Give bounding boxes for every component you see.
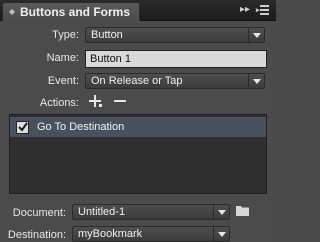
event-dropdown[interactable]: On Release or Tap	[85, 73, 265, 89]
panel-title-bar: ◆ Buttons and Forms ▸▸ ▸	[0, 0, 276, 21]
chevron-down-icon	[213, 227, 229, 241]
type-value: Button	[91, 29, 123, 41]
actions-list[interactable]: Go To Destination	[9, 114, 267, 194]
type-dropdown[interactable]: Button	[85, 27, 265, 43]
action-checkbox[interactable]	[16, 120, 29, 134]
buttons-and-forms-panel: ◆ Buttons and Forms ▸▸ ▸ Type: Button Na…	[0, 0, 276, 242]
action-label: Go To Destination	[37, 121, 125, 133]
add-action-button[interactable]	[87, 93, 103, 112]
chevron-down-icon	[248, 28, 264, 42]
double-chevron-right-icon[interactable]: ▸▸	[240, 4, 250, 15]
type-label: Type:	[52, 29, 79, 41]
chevron-down-icon	[213, 205, 229, 219]
panel-title: Buttons and Forms	[20, 5, 130, 19]
plus-icon	[89, 95, 102, 107]
event-value: On Release or Tap	[91, 75, 183, 87]
destination-value: myBookmark	[78, 228, 143, 240]
event-label: Event:	[47, 75, 79, 87]
destination-dropdown[interactable]: myBookmark	[72, 226, 230, 242]
checkmark-icon	[18, 121, 28, 132]
panel-tab[interactable]: ◆ Buttons and Forms	[2, 2, 140, 21]
chevron-down-icon	[248, 74, 264, 88]
panel-tab-arrows-icon: ◆	[8, 7, 16, 16]
browse-document-button[interactable]	[236, 205, 249, 219]
document-dropdown[interactable]: Untitled-1	[72, 204, 230, 220]
document-label: Document:	[12, 207, 66, 219]
document-value: Untitled-1	[78, 206, 126, 218]
destination-label: Destination:	[7, 229, 66, 241]
name-field[interactable]	[85, 50, 267, 68]
actions-label: Actions:	[39, 97, 79, 109]
remove-action-button[interactable]	[112, 93, 128, 112]
name-label: Name:	[46, 52, 79, 64]
minus-icon	[114, 100, 126, 102]
folder-icon	[236, 206, 249, 216]
action-item[interactable]: Go To Destination	[10, 117, 266, 137]
panel-menu-icon[interactable]: ▸	[256, 3, 270, 16]
